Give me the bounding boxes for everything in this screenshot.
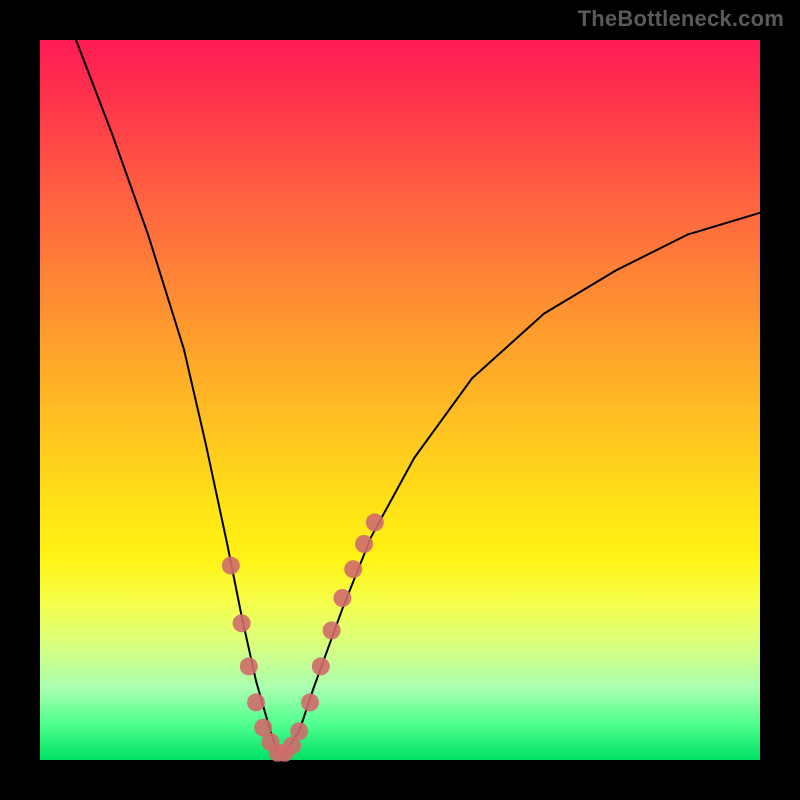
plot-background-gradient: [40, 40, 760, 760]
chart-canvas: TheBottleneck.com: [0, 0, 800, 800]
watermark-text: TheBottleneck.com: [578, 6, 784, 32]
